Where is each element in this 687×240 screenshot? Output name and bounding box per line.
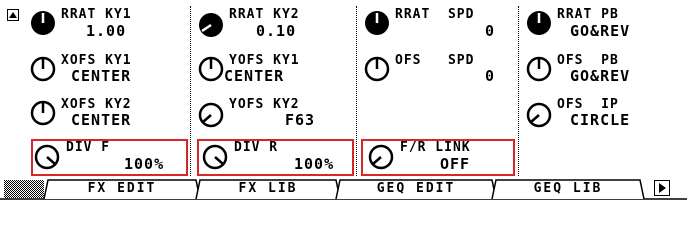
param-xofs-ky1[interactable]: XOFS KY1 CENTER <box>28 50 188 92</box>
param-name: XOFS KY2 <box>61 97 132 112</box>
param-value: 1.00 <box>86 22 127 40</box>
param-rrat-pb[interactable]: RRAT PB GO&REV <box>524 6 682 48</box>
param-value: GO&REV <box>570 67 631 85</box>
param-name: OFS IP <box>557 97 619 112</box>
param-name: YOFS KY1 <box>229 53 300 68</box>
param-ofs-ip[interactable]: OFS IP CIRCLE <box>524 94 682 136</box>
next-page-arrow-icon[interactable] <box>654 180 670 196</box>
param-name: RRAT PB <box>557 7 619 22</box>
param-value: CENTER <box>71 67 132 85</box>
rotary-knob-icon <box>31 11 55 35</box>
rotary-knob-icon <box>199 13 223 37</box>
highlight-div-r <box>197 139 354 176</box>
column-divider <box>518 6 519 176</box>
rotary-knob-icon <box>365 11 389 35</box>
param-name: OFS PB <box>557 53 619 68</box>
param-name: RRAT SPD <box>395 7 475 22</box>
param-value: GO&REV <box>570 22 631 40</box>
tab-bar: FX EDIT FX LIB GEQ EDIT GEQ LIB <box>0 178 687 200</box>
tab-geq-edit[interactable]: GEQ EDIT <box>340 178 492 200</box>
param-xofs-ky2[interactable]: XOFS KY2 CENTER <box>28 94 188 136</box>
param-value: F63 <box>285 111 316 129</box>
rotary-knob-icon <box>30 100 56 126</box>
param-yofs-ky1[interactable]: YOFS KY1 CENTER <box>196 50 354 92</box>
tab-fx-edit[interactable]: FX EDIT <box>48 178 196 200</box>
highlight-fr-link <box>361 139 515 176</box>
rotary-knob-icon <box>30 56 56 82</box>
rotary-knob-icon <box>198 102 224 128</box>
lcd-screen: RRAT KY1 1.00 XOFS KY1 CENTER XOFS KY2 C… <box>0 0 687 206</box>
param-name: RRAT KY1 <box>61 7 132 22</box>
param-rrat-ky2[interactable]: RRAT KY2 0.10 <box>196 6 354 48</box>
scroll-up-arrow-icon[interactable] <box>7 9 19 21</box>
param-value: CENTER <box>224 67 285 85</box>
rotary-knob-icon <box>198 56 224 82</box>
param-yofs-ky2[interactable]: YOFS KY2 F63 <box>196 94 354 136</box>
param-name: XOFS KY1 <box>61 53 132 68</box>
param-rrat-ky1[interactable]: RRAT KY1 1.00 <box>28 6 188 48</box>
rotary-knob-icon <box>527 11 551 35</box>
column-divider <box>356 6 357 176</box>
rotary-knob-icon <box>526 102 552 128</box>
param-ofs-pb[interactable]: OFS PB GO&REV <box>524 50 682 92</box>
rotary-knob-icon <box>364 56 390 82</box>
param-name: YOFS KY2 <box>229 97 300 112</box>
param-value: CENTER <box>71 111 132 129</box>
param-ofs-spd[interactable]: OFS SPD 0 <box>362 50 516 92</box>
param-value: 0.10 <box>256 22 297 40</box>
tab-geq-lib[interactable]: GEQ LIB <box>496 178 640 200</box>
param-value: 0 <box>485 67 496 85</box>
param-rrat-spd[interactable]: RRAT SPD 0 <box>362 6 516 48</box>
tab-fx-lib[interactable]: FX LIB <box>200 178 336 200</box>
param-value: 0 <box>485 22 496 40</box>
param-value: CIRCLE <box>570 111 631 129</box>
column-divider <box>190 6 191 176</box>
highlight-div-f <box>31 139 188 176</box>
param-name: OFS SPD <box>395 53 475 68</box>
param-name: RRAT KY2 <box>229 7 300 22</box>
rotary-knob-icon <box>526 56 552 82</box>
